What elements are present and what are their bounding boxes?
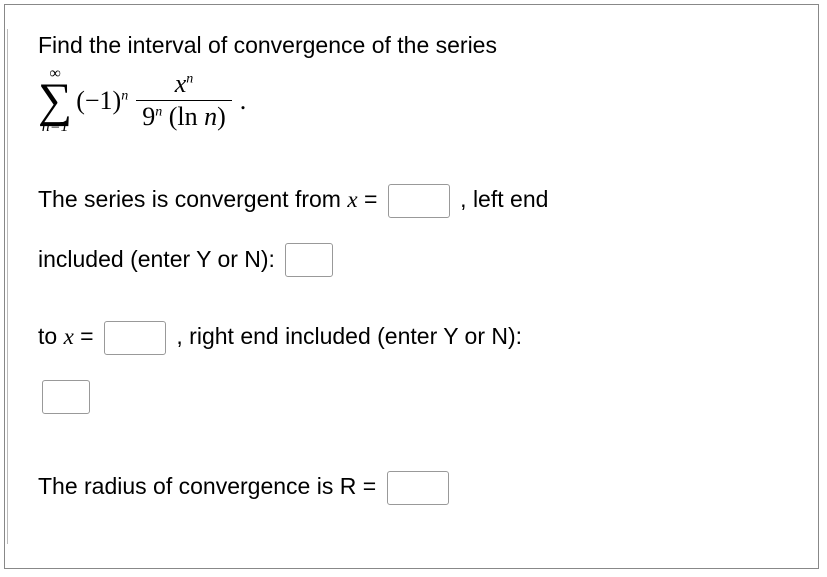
sigma-symbol: ∑: [38, 82, 72, 120]
coef-term: (−1)n: [76, 86, 128, 116]
answer-line-2: included (enter Y or N):: [38, 232, 786, 287]
answer-line-1: The series is convergent from x = , left…: [38, 172, 786, 227]
to-x-input[interactable]: [104, 321, 166, 355]
series-expression: ∞ ∑ n=1 (−1)n xn 9n (ln n) .: [38, 67, 786, 134]
answer-line-3: to x = , right end included (enter Y or …: [38, 309, 786, 364]
radius-input[interactable]: [387, 471, 449, 505]
left-end-yn-input[interactable]: [285, 243, 333, 277]
question-prompt: Find the interval of convergence of the …: [38, 29, 786, 61]
sigma-lower: n=1: [42, 120, 69, 134]
answer-line-3b: [38, 368, 786, 423]
right-end-yn-input[interactable]: [42, 380, 90, 414]
from-x-input[interactable]: [388, 184, 450, 218]
fraction-term: xn 9n (ln n): [136, 70, 232, 132]
answer-line-4: The radius of convergence is R =: [38, 459, 786, 514]
trailing-dot: .: [240, 86, 247, 116]
